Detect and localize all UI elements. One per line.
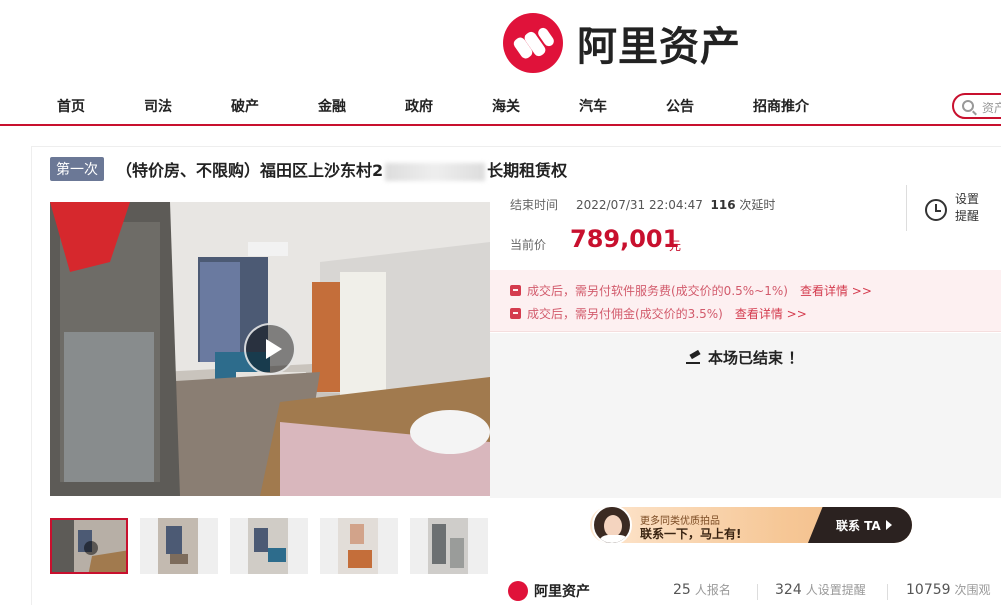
contact-agent-button[interactable]: 联系 TA: [808, 507, 912, 543]
footer-logo: 阿里资产: [508, 581, 590, 601]
set-reminder-button[interactable]: 设置提醒: [906, 185, 986, 231]
nav-item-bankruptcy[interactable]: 破产: [231, 96, 259, 116]
auction-status-panel: 本场已结束 ！: [490, 333, 1001, 498]
stat-label: 人报名: [694, 583, 731, 597]
set-reminder-label: 设置提醒: [955, 192, 980, 223]
gavel-icon: [686, 352, 702, 364]
round-badge: 第一次: [50, 157, 104, 181]
stat-reminders: 324 人设置提醒: [775, 581, 866, 598]
brand-logo[interactable]: 阿里资产: [503, 12, 741, 74]
nav-item-home[interactable]: 首页: [57, 96, 85, 116]
nav-item-judicial[interactable]: 司法: [144, 96, 172, 116]
stat-label: 次围观: [954, 583, 991, 597]
stat-signups: 25 人报名: [673, 581, 731, 598]
brand-logo-icon: [508, 581, 528, 601]
fee-text: 成交后，需另付佣金(成交价的3.5%): [527, 307, 723, 321]
stat-value: 324: [775, 582, 802, 598]
stat-value: 10759: [906, 582, 951, 598]
contact-agent-label: 联系 TA: [836, 519, 881, 533]
price-unit: 元: [669, 239, 682, 253]
main-nav: 首页 司法 破产 金融 政府 海关 汽车 公告 招商推介 资产: [0, 86, 1001, 126]
nav-item-notice[interactable]: 公告: [666, 96, 694, 116]
title-prefix: （特价房、不限购）福田区上沙东村2: [116, 161, 384, 180]
price-label: 当前价: [510, 238, 547, 252]
auction-title: （特价房、不限购）福田区上沙东村2 长期租赁权: [116, 157, 567, 181]
brand-name: 阿里资产: [577, 24, 741, 70]
search-input[interactable]: 资产: [952, 93, 1001, 119]
title-suffix: 长期租赁权: [487, 161, 568, 180]
stat-views: 10759 次围观: [906, 581, 991, 598]
thumbnail[interactable]: [410, 518, 488, 574]
delay-label: 次延时: [739, 198, 776, 212]
divider: [757, 584, 758, 600]
thumbnail[interactable]: [320, 518, 398, 574]
thumbnail[interactable]: [230, 518, 308, 574]
thumbnail-strip: [50, 518, 490, 576]
nav-item-customs[interactable]: 海关: [492, 96, 520, 116]
end-time: 2022/07/31 22:04:47: [576, 198, 703, 212]
divider: [887, 584, 888, 600]
chevron-right-icon: [885, 520, 892, 530]
auction-title-row: 第一次 （特价房、不限购）福田区上沙东村2 长期租赁权: [50, 157, 567, 181]
end-time-value: 2022/07/31 22:04:47 116 次延时: [576, 196, 775, 213]
search-icon: [962, 100, 974, 112]
brand-logo-icon: [503, 13, 563, 73]
fee-details-link[interactable]: 查看详情 >>: [735, 307, 807, 321]
play-video-button[interactable]: [244, 323, 296, 375]
alarm-clock-icon: [925, 199, 947, 221]
stat-label: 人设置提醒: [805, 583, 866, 597]
fee-line-commission: 成交后，需另付佣金(成交价的3.5%) 查看详情 >>: [510, 305, 807, 322]
current-price: 789,001: [570, 225, 680, 253]
auction-ended-status: 本场已结束 ！: [686, 347, 803, 368]
thumbnail[interactable]: [50, 518, 128, 574]
banner-title: 联系一下，马上有!: [640, 527, 742, 541]
delay-count: 116: [710, 198, 736, 212]
title-redacted: [385, 162, 486, 181]
status-text: 本场已结束 ！: [708, 349, 804, 367]
fee-text: 成交后，需另付软件服务费(成交价的0.5%~1%): [527, 284, 788, 298]
fee-details-link[interactable]: 查看详情 >>: [800, 284, 872, 298]
main-photo[interactable]: [50, 202, 490, 496]
nav-item-finance[interactable]: 金融: [318, 96, 346, 116]
search-placeholder: 资产: [982, 101, 1001, 115]
stat-value: 25: [673, 582, 691, 598]
nav-item-auto[interactable]: 汽车: [579, 96, 607, 116]
fee-line-service: 成交后，需另付软件服务费(成交价的0.5%~1%) 查看详情 >>: [510, 282, 872, 299]
end-time-label: 结束时间: [510, 198, 559, 212]
footer-brand-name: 阿里资产: [534, 584, 590, 600]
fee-tag-icon: [510, 285, 521, 296]
thumbnail[interactable]: [140, 518, 218, 574]
nav-item-government[interactable]: 政府: [405, 96, 433, 116]
nav-item-investment[interactable]: 招商推介: [753, 96, 809, 116]
fee-tag-icon: [510, 308, 521, 319]
contact-banner[interactable]: 更多同类优质拍品 联系一下，马上有! 联系 TA: [590, 507, 912, 543]
agent-avatar: [592, 507, 632, 543]
fee-notice: 成交后，需另付软件服务费(成交价的0.5%~1%) 查看详情 >> 成交后，需另付…: [490, 270, 1001, 332]
